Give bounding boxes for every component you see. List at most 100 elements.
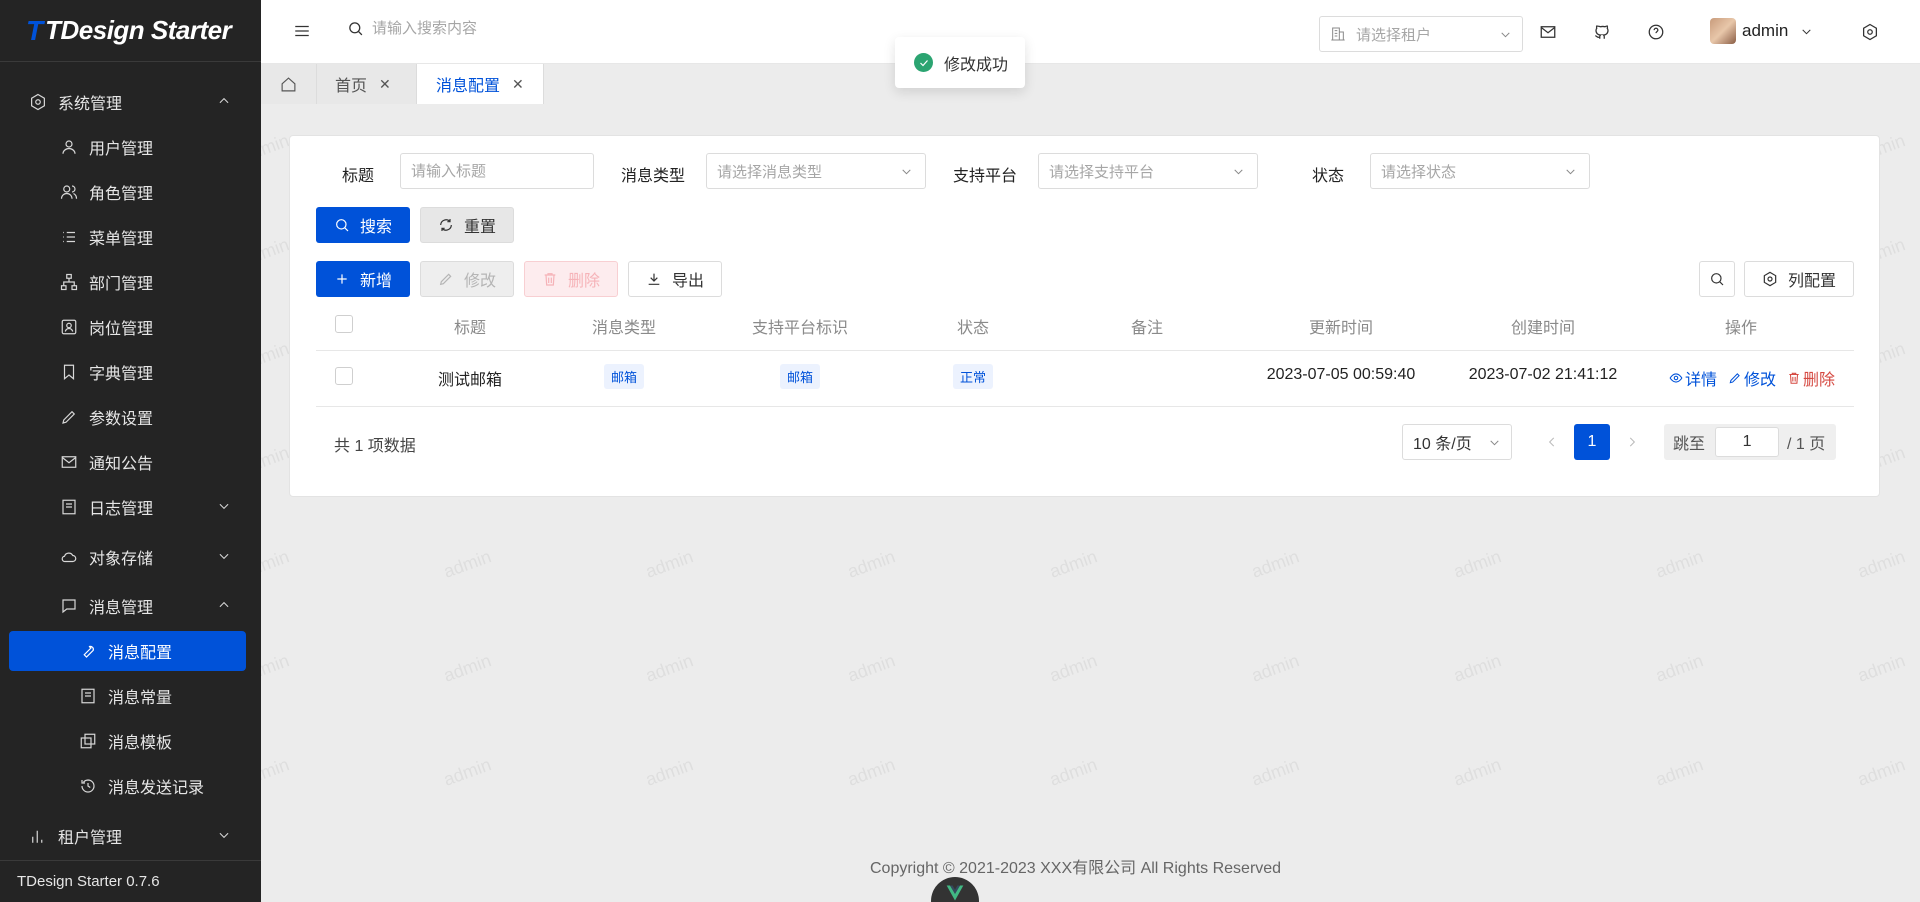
tree-icon [59, 272, 79, 292]
chevron-down-icon [217, 828, 231, 842]
watermark-text: admin [642, 754, 696, 790]
tab-message-config[interactable]: 消息配置 ✕ [417, 64, 544, 104]
chevron-down-icon [900, 165, 913, 178]
help-icon[interactable] [1647, 23, 1665, 41]
github-icon[interactable] [1593, 23, 1611, 41]
search-icon [336, 219, 349, 232]
vue-devtools-button[interactable] [931, 877, 979, 902]
edit-button[interactable]: 修改 [420, 261, 514, 297]
copy-icon [78, 731, 98, 751]
delete-button-label: 删除 [567, 273, 600, 290]
column-config-button[interactable]: 列配置 [1744, 261, 1854, 297]
close-icon[interactable]: ✕ [379, 76, 391, 93]
sidebar-item-label: 对象存储 [89, 551, 154, 568]
column-header-remark: 备注 [1130, 320, 1163, 337]
total-pages: / 1 页 [1787, 436, 1826, 453]
watermark-text: admin [844, 650, 898, 686]
table-divider [316, 350, 1854, 351]
watermark-text: admin [440, 650, 494, 686]
tab-home[interactable] [261, 64, 317, 104]
sidebar-item-message-constants[interactable]: 消息常量 [0, 676, 261, 716]
search-icon [1711, 273, 1724, 286]
select-all-checkbox[interactable] [335, 315, 353, 333]
delete-button[interactable]: 删除 [524, 261, 618, 297]
portrait-icon [59, 317, 79, 337]
prev-page-icon[interactable] [1545, 435, 1559, 449]
detail-link[interactable]: 详情 [1669, 366, 1717, 390]
sidebar-item-menus[interactable]: 菜单管理 [0, 217, 261, 257]
table-divider [316, 406, 1854, 407]
logo[interactable]: T TDesign Starter [0, 0, 261, 62]
sidebar-item-departments[interactable]: 部门管理 [0, 262, 261, 302]
sidebar-item-system[interactable]: 系统管理 [0, 82, 261, 122]
export-button-label: 导出 [671, 273, 704, 290]
column-header-platform: 支持平台标识 [751, 320, 848, 337]
sidebar-item-logs[interactable]: 日志管理 [0, 487, 261, 527]
edit-link[interactable]: 修改 [1728, 366, 1776, 390]
pencil-icon [1729, 373, 1740, 384]
platform-filter-select[interactable]: 请选择支持平台 [1038, 153, 1258, 189]
user-menu[interactable]: admin [1710, 18, 1813, 44]
vue-logo-icon [946, 885, 964, 901]
jump-page-input[interactable] [1715, 427, 1780, 457]
trash-icon [544, 273, 556, 286]
search-button[interactable]: 搜索 [316, 207, 410, 243]
sidebar-item-params[interactable]: 参数设置 [0, 397, 261, 437]
detail-link-label: 详情 [1685, 372, 1718, 389]
sidebar-item-users[interactable]: 用户管理 [0, 127, 261, 167]
status-filter-placeholder: 请选择状态 [1381, 163, 1457, 181]
sidebar-item-roles[interactable]: 角色管理 [0, 172, 261, 212]
settings-icon[interactable] [1861, 23, 1879, 41]
sidebar-item-label: 菜单管理 [89, 231, 154, 248]
tab-homepage[interactable]: 首页 ✕ [317, 64, 417, 104]
column-header-status: 状态 [956, 320, 989, 337]
sidebar-item-label: 部门管理 [89, 276, 154, 293]
watermark-text: admin [261, 130, 292, 166]
sidebar-item-message-config[interactable]: 消息配置 [9, 631, 246, 671]
user-icon [59, 137, 79, 157]
watermark-text: admin [261, 546, 292, 582]
reset-button[interactable]: 重置 [420, 207, 514, 243]
platform-filter-label: 支持平台 [953, 168, 1018, 185]
title-filter-input[interactable] [400, 153, 594, 189]
delete-link[interactable]: 删除 [1787, 366, 1835, 390]
type-filter-select[interactable]: 请选择消息类型 [706, 153, 926, 189]
home-icon [281, 76, 296, 91]
sidebar-item-message-records[interactable]: 消息发送记录 [0, 766, 261, 806]
cloud-icon [59, 547, 79, 567]
sidebar-item-dicts[interactable]: 字典管理 [0, 352, 261, 392]
sidebar-item-posts[interactable]: 岗位管理 [0, 307, 261, 347]
platform-tag: 邮箱 [779, 364, 820, 389]
add-button[interactable]: 新增 [316, 261, 410, 297]
page-size-select[interactable]: 10 条/页 [1402, 424, 1512, 460]
close-icon[interactable]: ✕ [512, 76, 524, 93]
sidebar-item-storage[interactable]: 对象存储 [0, 537, 261, 577]
sidebar-item-tenants[interactable]: 租户管理 [0, 816, 261, 856]
watermark-text: admin [844, 546, 898, 582]
watermark-text: admin [642, 546, 696, 582]
page-number-current[interactable]: 1 [1574, 424, 1610, 460]
watermark-text: admin [261, 442, 292, 478]
table-search-button[interactable] [1699, 261, 1735, 297]
menu-toggle-icon[interactable] [293, 22, 311, 40]
next-page-icon[interactable] [1625, 435, 1639, 449]
sidebar-item-messages[interactable]: 消息管理 [0, 586, 261, 626]
sidebar-item-notices[interactable]: 通知公告 [0, 442, 261, 482]
chevron-down-icon [217, 549, 231, 563]
mail-icon[interactable] [1539, 23, 1557, 41]
sidebar-item-label: 租户管理 [58, 830, 123, 847]
eye-icon [1669, 373, 1683, 383]
tab-label: 首页 [335, 78, 368, 95]
row-checkbox[interactable] [335, 367, 353, 385]
chart-icon [28, 826, 48, 846]
search-input[interactable] [372, 20, 632, 37]
status-filter-select[interactable]: 请选择状态 [1370, 153, 1590, 189]
tenant-select[interactable]: 请选择租户 [1319, 16, 1523, 52]
sidebar-item-label: 消息管理 [89, 600, 154, 617]
content-card: 标题 消息类型 请选择消息类型 支持平台 请选择支持平台 状态 请选择状态 搜索… [289, 135, 1880, 497]
export-button[interactable]: 导出 [628, 261, 722, 297]
sidebar-item-message-templates[interactable]: 消息模板 [0, 721, 261, 761]
chevron-down-icon [1499, 28, 1512, 41]
watermark-text: admin [1046, 754, 1100, 790]
type-filter-placeholder: 请选择消息类型 [717, 163, 823, 181]
